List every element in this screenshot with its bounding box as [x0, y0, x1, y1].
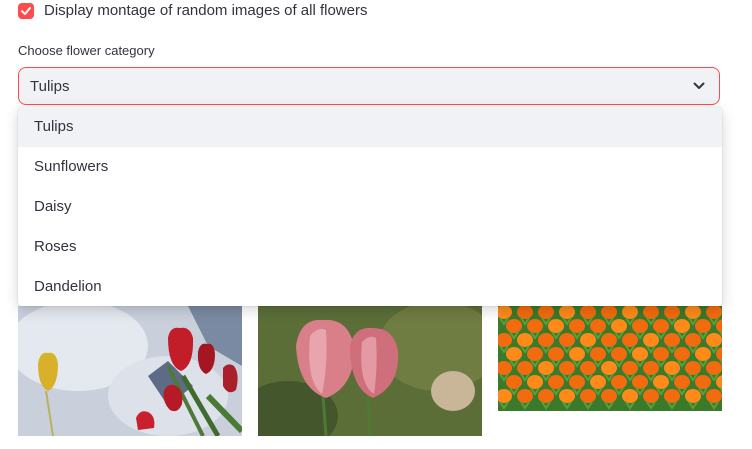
flower-image-2 — [258, 306, 482, 436]
montage-checkbox-label: Display montage of random images of all … — [44, 2, 368, 19]
chevron-down-icon — [693, 82, 705, 89]
option-roses[interactable]: Roses — [18, 227, 722, 267]
check-icon — [21, 6, 31, 15]
flower-category-label: Choose flower category — [18, 43, 155, 58]
selected-value: Tulips — [30, 77, 70, 95]
flower-image-3 — [498, 306, 722, 411]
montage-checkbox[interactable] — [18, 2, 34, 19]
flower-category-select[interactable]: Tulips — [18, 67, 720, 105]
flower-category-dropdown: Tulips Sunflowers Daisy Roses Dandelion — [18, 107, 722, 306]
flower-image-1 — [18, 306, 242, 436]
option-tulips[interactable]: Tulips — [18, 107, 722, 147]
option-daisy[interactable]: Daisy — [18, 187, 722, 227]
montage-checkbox-row[interactable]: Display montage of random images of all … — [18, 2, 367, 19]
option-sunflowers[interactable]: Sunflowers — [18, 147, 722, 187]
option-dandelion[interactable]: Dandelion — [18, 267, 722, 306]
